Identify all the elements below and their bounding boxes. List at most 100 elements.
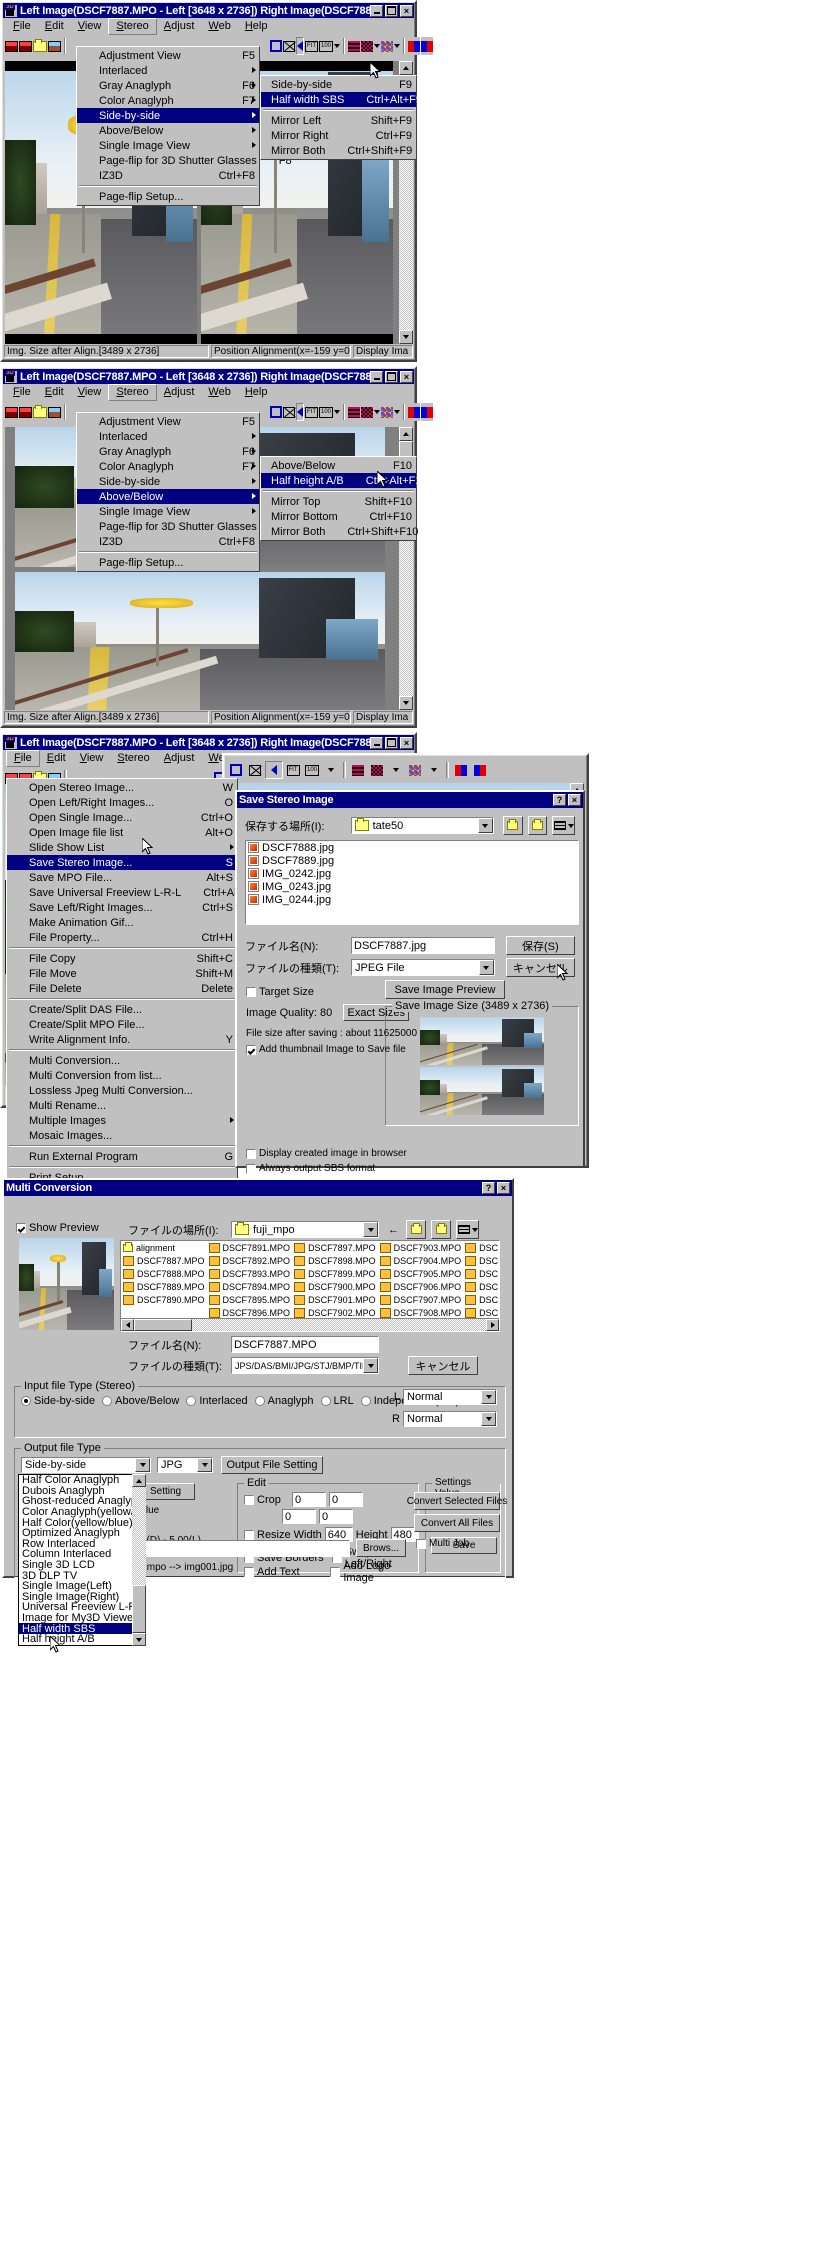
submenu-item-mirror-top[interactable]: Mirror Top Shift+F10 [261, 494, 416, 509]
list-item[interactable]: IMG_0244.jpg [246, 893, 578, 906]
radio-lrl[interactable]: LRL [320, 1395, 354, 1407]
mc-file-column[interactable]: alignment DSCF7887.MPO DSCF7888.MPO DSCF… [121, 1241, 207, 1319]
help-button[interactable]: ? [553, 794, 566, 806]
save-file-list[interactable]: DSCF7888.jpg DSCF7889.jpg IMG_0242.jpg I… [245, 840, 579, 925]
menu-item-slide-show-list[interactable]: Slide Show List [7, 840, 237, 855]
menu-item-create-split-das[interactable]: Create/Split DAS File... [7, 1002, 237, 1017]
radio-above-below[interactable]: Above/Below [102, 1395, 179, 1407]
mc-file-list-hscrollbar[interactable] [121, 1318, 499, 1331]
mc-filetype-row[interactable]: ファイルの種類(T): JPS/DAS/BMI/JPG/STJ/BMP/TIF/… [128, 1356, 478, 1375]
menu-item-lossless-jpeg-multi-conversion[interactable]: Lossless Jpeg Multi Conversion... [7, 1083, 237, 1098]
menu-file[interactable]: File [6, 385, 38, 400]
menu-item-gray-anaglyph[interactable]: Gray Anaglyph F6 [77, 444, 259, 459]
scroll-thumb[interactable] [132, 1585, 146, 1633]
menu-item-color-anaglyph[interactable]: Color Anaglyph F7 [77, 93, 259, 108]
add-thumbnail-checkbox[interactable] [246, 1044, 256, 1055]
minimize-button[interactable] [370, 736, 383, 749]
window3b-toolbar[interactable]: FIT 100 [225, 759, 586, 781]
browser-row[interactable]: Display created image in browser [246, 1148, 407, 1159]
list-item[interactable]: DSCF7889.jpg [246, 854, 578, 867]
maximize-button[interactable] [385, 736, 398, 749]
menu-item-single-image-view[interactable]: Single Image View [77, 138, 259, 153]
multi-job-row[interactable]: Multi Job [416, 1538, 469, 1549]
output-file-setting-button[interactable]: Output File Setting [221, 1456, 323, 1474]
scroll-down-button[interactable] [132, 1633, 146, 1646]
window1-sbs-submenu[interactable]: Side-by-side F9 Half width SBS Ctrl+Alt+… [260, 75, 422, 160]
menu-item-side-by-side[interactable]: Side-by-side [77, 108, 259, 123]
open-lr-icon[interactable] [19, 403, 32, 421]
menu-item-run-external-program[interactable]: Run External Program G [7, 1149, 237, 1164]
window1-stereo-menu[interactable]: Adjustment View F5 Interlaced Gray Anagl… [76, 46, 292, 206]
show-preview-checkbox[interactable] [16, 1223, 26, 1233]
window1-title-buttons[interactable]: × [370, 4, 413, 17]
multi-conversion-title-buttons[interactable]: ? × [482, 1182, 510, 1194]
color-anaglyph-dropdown-icon[interactable] [394, 37, 401, 55]
list-item[interactable]: DSCF7892.MPO [207, 1254, 293, 1267]
menu-view[interactable]: View [73, 751, 111, 766]
mc-location-dropdown-button[interactable] [363, 1222, 378, 1237]
menu-item-adjustment-view[interactable]: Adjustment View F5 [77, 414, 259, 429]
scroll-up-button[interactable] [399, 61, 413, 75]
menu-item-save-lr-images[interactable]: Save Left/Right Images... Ctrl+S [7, 900, 237, 915]
submenu-item-mirror-both[interactable]: Mirror Both Ctrl+Shift+F10 [261, 524, 418, 539]
menu-web[interactable]: Web [201, 385, 237, 400]
fullscreen-icon[interactable] [246, 761, 264, 779]
list-item[interactable]: DSCF7906.MPO [378, 1280, 464, 1293]
menu-item-save-stereo-image[interactable]: Save Stereo Image... S [7, 855, 237, 870]
list-item[interactable]: DSCF7900.MPO [292, 1280, 378, 1293]
back-arrow-icon[interactable]: ← [388, 1224, 399, 1236]
menu-edit[interactable]: Edit [38, 19, 71, 34]
menu-item-file-copy[interactable]: File Copy Shift+C [7, 951, 237, 966]
menu-item-multi-rename[interactable]: Multi Rename... [7, 1098, 237, 1113]
side-by-side-icon[interactable] [408, 37, 421, 55]
color-anaglyph-dropdown-icon[interactable] [394, 403, 401, 421]
menu-help[interactable]: Help [238, 385, 275, 400]
open-single-icon[interactable] [48, 403, 61, 421]
scroll-up-button[interactable] [132, 1474, 146, 1487]
menu-view[interactable]: View [71, 19, 109, 34]
crop-input-1[interactable]: 0 [292, 1492, 326, 1507]
convert-all-files-button[interactable]: Convert All Files [414, 1514, 500, 1532]
new-folder-button[interactable] [527, 816, 548, 835]
window2-titlebar[interactable]: Left Image(DSCF7887.MPO - Left [3648 x 2… [3, 369, 414, 384]
fit-window-icon[interactable]: FIT [305, 37, 318, 55]
swap-lr-icon[interactable] [421, 403, 434, 421]
menu-item-color-anaglyph[interactable]: Color Anaglyph F7 [77, 459, 259, 474]
crop-row-2[interactable]: 0 0 [282, 1509, 353, 1524]
menu-item-open-image-file-list[interactable]: Open Image file list Alt+O [7, 825, 237, 840]
gray-anaglyph-dropdown-icon[interactable] [374, 37, 381, 55]
color-anaglyph-icon[interactable] [381, 37, 394, 55]
radio-dot[interactable] [254, 1396, 265, 1406]
menu-item-adjustment-view[interactable]: Adjustment View F5 [77, 48, 259, 63]
menu-item-iz3d[interactable]: IZ3D Ctrl+F8 [77, 168, 259, 183]
color-anaglyph-icon[interactable] [381, 403, 394, 421]
color-anaglyph-icon[interactable] [406, 761, 424, 779]
menu-adjust[interactable]: Adjust [157, 19, 202, 34]
list-item[interactable]: IMG_0243.jpg [246, 880, 578, 893]
menu-item-page-flip-setup[interactable]: Page-flip Setup... [77, 189, 259, 204]
lr-left-dropdown-button[interactable] [481, 1390, 496, 1404]
save-location-combo[interactable]: tate50 [350, 817, 494, 834]
save-stereo-image-dialog[interactable]: Save Stereo Image ? × 保存する場所(I): tate50 [235, 790, 585, 1174]
open-folder-icon[interactable] [33, 403, 47, 421]
stereo-window-2[interactable]: Left Image(DSCF7887.MPO - Left [3648 x 2… [0, 366, 434, 728]
minimize-button[interactable] [370, 4, 383, 17]
submenu-item-mirror-right[interactable]: Mirror Right Ctrl+F9 [261, 128, 416, 143]
format-dropdown-button[interactable] [197, 1458, 212, 1472]
close-icon[interactable]: × [497, 1182, 510, 1194]
menu-item-open-stereo-image[interactable]: Open Stereo Image... W [7, 780, 237, 795]
save-filename-row[interactable]: ファイル名(N): DSCF7887.jpg 保存(S) [245, 936, 575, 955]
gray-anaglyph-dropdown-icon[interactable] [387, 761, 405, 779]
scroll-thumb[interactable] [134, 1319, 192, 1331]
add-logo-checkbox[interactable] [330, 1567, 341, 1577]
menu-edit[interactable]: Edit [38, 385, 71, 400]
window2-title-buttons[interactable]: × [370, 370, 413, 383]
submenu-item-side-by-side[interactable]: Side-by-side F9 [261, 77, 416, 92]
list-item[interactable]: DSCF7889.MPO [121, 1280, 207, 1293]
zoom-100-icon[interactable]: 100 [319, 37, 334, 55]
submenu-item-mirror-both[interactable]: Mirror Both Ctrl+Shift+F9 [261, 143, 416, 158]
menu-item-save-mpo-file[interactable]: Save MPO File... Alt+S [7, 870, 237, 885]
menu-item-page-flip-setup[interactable]: Page-flip Setup... [77, 555, 259, 570]
window2-stereo-menu[interactable]: Adjustment View F5 Interlaced Gray Anagl… [76, 412, 292, 572]
radio-dot[interactable] [21, 1396, 31, 1406]
